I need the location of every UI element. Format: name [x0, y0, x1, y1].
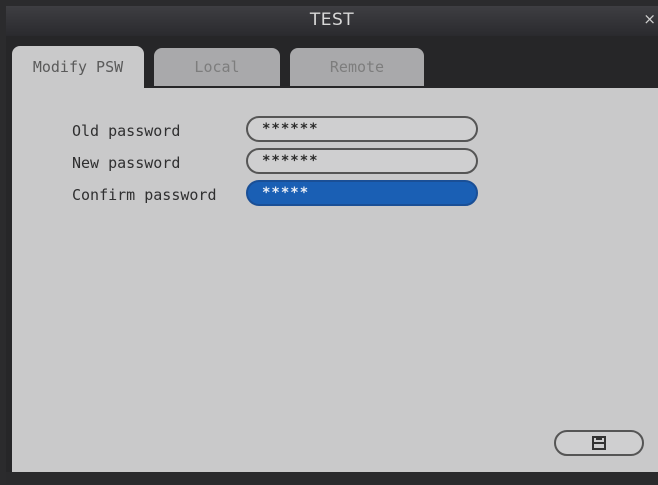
confirm-password-label: Confirm password: [72, 186, 217, 204]
old-password-field[interactable]: ******: [246, 116, 478, 142]
new-password-row: New password ******: [12, 148, 658, 180]
save-button[interactable]: [554, 430, 644, 456]
dialog-window: TEST × Modify PSW Local Remote Old passw…: [6, 6, 658, 484]
window-title: TEST: [309, 10, 355, 30]
confirm-password-row: Confirm password *****: [12, 180, 658, 212]
new-password-label: New password: [72, 154, 181, 172]
new-password-field[interactable]: ******: [246, 148, 478, 174]
save-icon: [592, 436, 606, 450]
bottom-bar: [6, 472, 658, 484]
old-password-label: Old password: [72, 122, 181, 140]
screen: TEST × Modify PSW Local Remote Old passw…: [0, 0, 658, 485]
close-icon[interactable]: ×: [643, 10, 656, 28]
old-password-row: Old password ******: [12, 116, 658, 148]
tab-panel-modify-psw: Old password ****** New password ****** …: [12, 88, 658, 472]
tab-modify-psw[interactable]: Modify PSW: [12, 46, 144, 88]
confirm-password-field[interactable]: *****: [246, 180, 478, 206]
tab-local[interactable]: Local: [154, 48, 280, 86]
title-bar: TEST ×: [6, 6, 658, 36]
tab-remote[interactable]: Remote: [290, 48, 424, 86]
tab-bar: Modify PSW Local Remote: [12, 44, 652, 88]
